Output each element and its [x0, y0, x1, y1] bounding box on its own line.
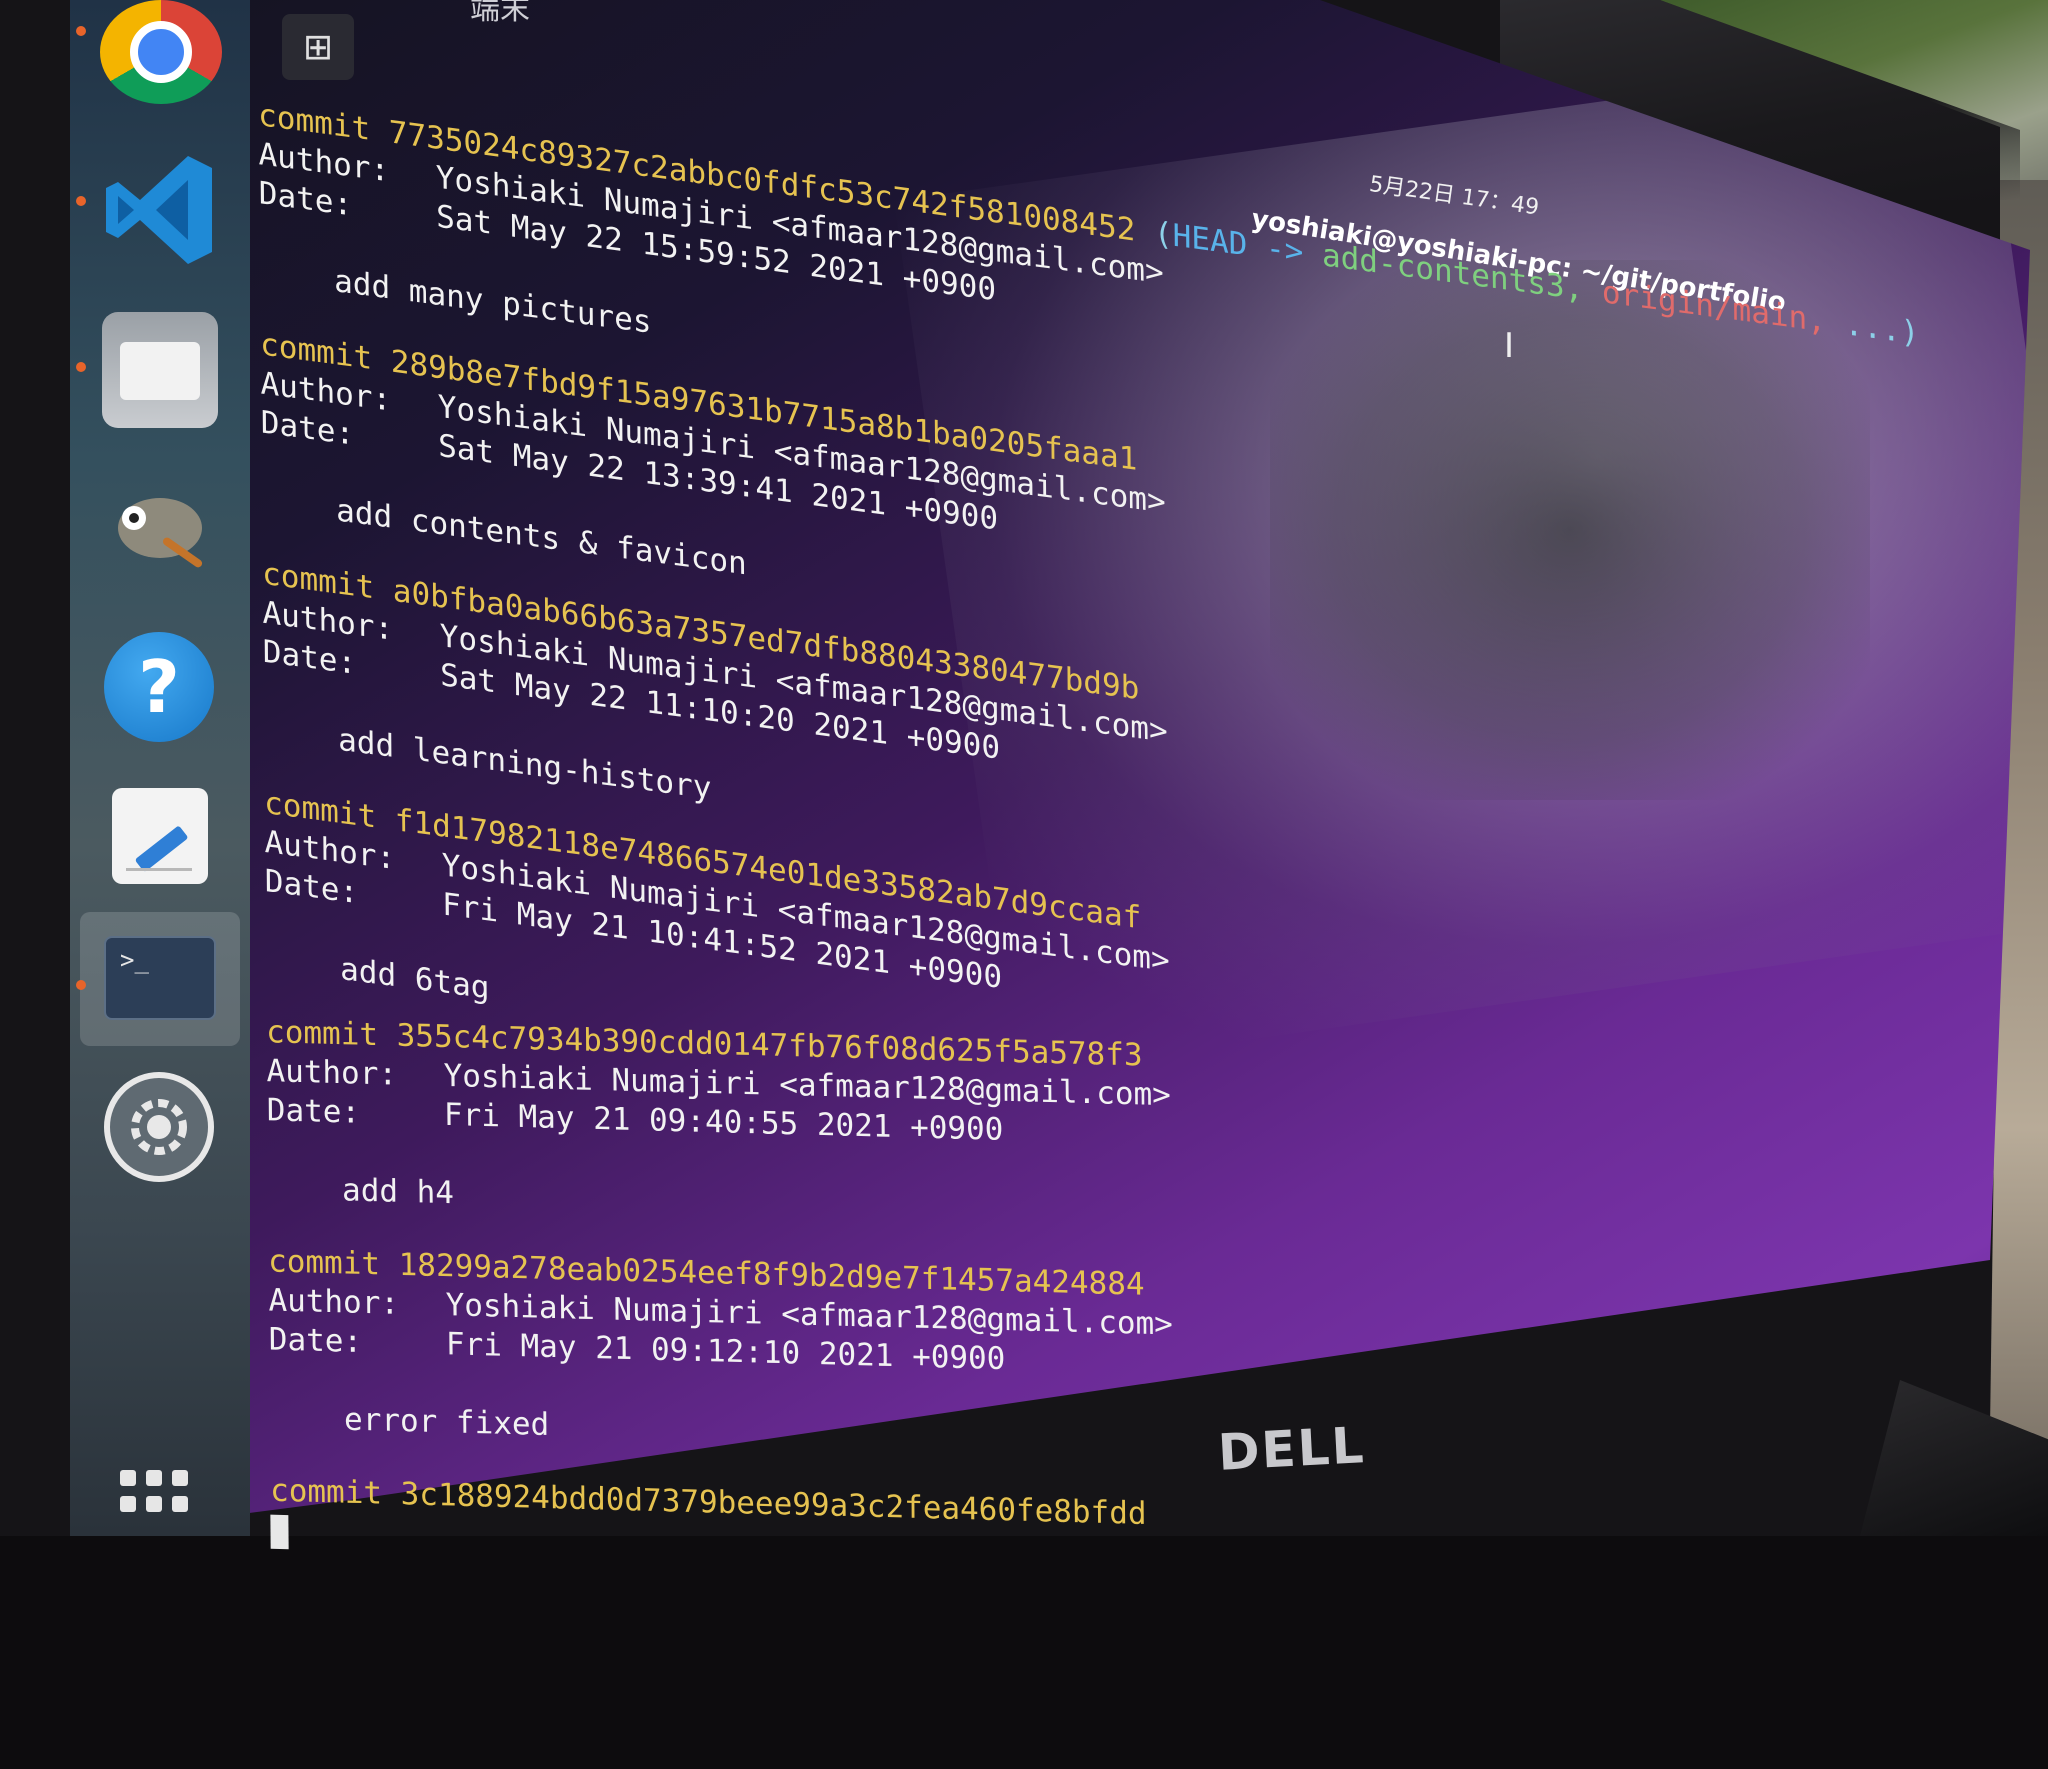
commit-entry: commit 3c188924bdd0d7379beee99a3c2fea460… — [270, 1472, 1669, 1587]
refs-open: ( — [1153, 215, 1173, 254]
log-lower-section: commit 355c4c7934b390cdd0147fb76f08d625f… — [266, 1013, 1669, 1587]
running-indicator — [76, 362, 86, 372]
new-tab-button[interactable]: ⊞ — [282, 14, 354, 80]
commit-message: add h4 — [341, 1172, 455, 1212]
author-label: Author: — [266, 1053, 398, 1093]
commit-label: commit — [269, 1472, 383, 1512]
date-label: Date: — [268, 1321, 363, 1360]
text-editor-icon[interactable] — [112, 788, 208, 884]
commit-label: commit — [268, 1243, 381, 1283]
running-indicator — [76, 196, 86, 206]
terminal-cursor — [270, 1514, 289, 1549]
settings-icon[interactable] — [104, 1072, 214, 1182]
git-log-output[interactable]: commit 7735024c89327c2abbc0fdfc53c742f58… — [258, 96, 1919, 1722]
show-apps-icon[interactable] — [120, 1470, 200, 1536]
topbar-app-name: 端末 — [470, 0, 530, 27]
terminal-icon[interactable]: >_ — [104, 936, 216, 1020]
chrome-icon[interactable] — [100, 0, 222, 104]
help-icon[interactable]: ? — [104, 632, 214, 742]
author-label: Author: — [268, 1282, 400, 1322]
vscode-icon[interactable] — [100, 150, 222, 270]
commit-message: error fixed — [343, 1401, 550, 1444]
running-indicator — [76, 26, 86, 36]
commit-entry: commit 355c4c7934b390cdd0147fb76f08d625f… — [266, 1013, 1666, 1245]
gimp-icon[interactable] — [100, 470, 220, 580]
files-icon[interactable] — [102, 312, 218, 428]
running-indicator — [76, 980, 86, 990]
commit-entry: commit 18299a278eab0254eef8f9b2d9e7f1457… — [268, 1242, 1668, 1474]
dell-logo: DELL — [1216, 1416, 1367, 1482]
date-label: Date: — [266, 1092, 361, 1131]
commit-label: commit — [266, 1014, 379, 1054]
